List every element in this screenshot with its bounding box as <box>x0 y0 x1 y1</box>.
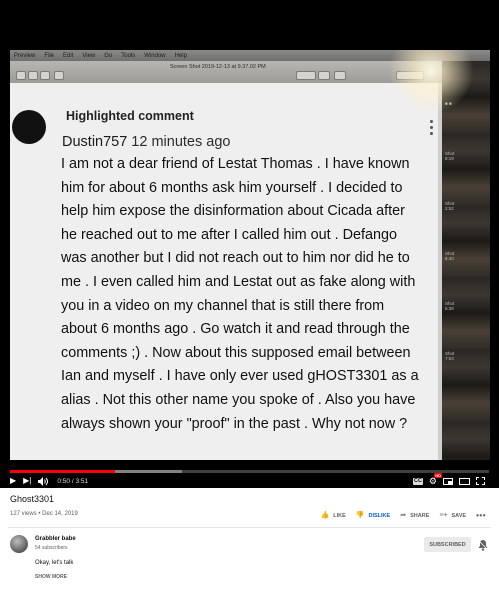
subscriber-count: 54 subscribers <box>35 545 68 551</box>
like-label: LIKE <box>333 512 346 519</box>
comment-time: 12 minutes ago <box>131 134 231 150</box>
screen-menu-item: File <box>44 52 55 59</box>
screen-menu-item: Help <box>174 52 187 59</box>
thumbs-up-icon: 👍 <box>320 512 330 519</box>
progress-played <box>10 470 116 473</box>
screen-window-title: Screen Shot 2019-12-13 at 9.37.02 PM <box>170 64 266 70</box>
fullscreen-icon[interactable] <box>476 477 485 485</box>
highlighted-comment-label: Highlighted comment <box>66 109 194 123</box>
time-display: 0:50 / 3:51 <box>57 477 89 485</box>
miniplayer-icon[interactable] <box>443 477 453 485</box>
next-icon[interactable]: ▶| <box>23 476 31 486</box>
save-label: SAVE <box>451 512 467 519</box>
subscribed-button[interactable]: SUBSCRIBED <box>424 537 471 552</box>
channel-avatar[interactable] <box>10 535 28 553</box>
screen-toolbar-button <box>334 71 346 80</box>
dislike-button[interactable]: 👎 DISLIKE <box>356 512 390 519</box>
like-button[interactable]: 👍 LIKE <box>321 512 346 519</box>
screen-menu-item: Preview <box>14 52 36 59</box>
video-player[interactable]: Preview File Edit View Go Tools Window H… <box>0 0 499 488</box>
captions-button[interactable]: CC <box>412 477 423 485</box>
hd-badge: HD <box>434 473 442 478</box>
share-label: SHARE <box>410 512 430 519</box>
screen-window-titlebar: Screen Shot 2019-12-13 at 9.37.02 PM <box>10 61 442 83</box>
video-meta: 127 views • Dec 14, 2019 <box>10 511 78 517</box>
save-button[interactable]: ≡+ SAVE <box>439 512 466 519</box>
more-actions-icon[interactable]: ••• <box>476 511 486 520</box>
video-frame[interactable]: Preview File Edit View Go Tools Window H… <box>10 50 490 460</box>
screen-menu-item: View <box>82 52 96 59</box>
commenter-avatar <box>12 110 46 144</box>
screen-menu-item: Window <box>144 52 166 59</box>
play-icon[interactable]: ▶ <box>10 476 16 486</box>
video-actions: 👍 LIKE 👎 DISLIKE ➦ SHARE ≡+ SAVE ••• <box>321 511 486 520</box>
settings-gear-icon[interactable]: ⚙ HD <box>429 473 442 486</box>
notification-bell-icon[interactable] <box>478 538 488 551</box>
player-controls: ▶ ▶| 0:50 / 3:51 CC ⚙ HD <box>10 473 489 488</box>
screen-toolbar-button <box>318 71 330 80</box>
screen-toolbar-button <box>28 71 38 80</box>
volume-icon[interactable] <box>38 476 49 486</box>
dislike-label: DISLIKE <box>368 512 391 519</box>
share-arrow-icon: ➦ <box>400 512 407 519</box>
playlist-add-icon: ≡+ <box>439 512 448 519</box>
divider <box>8 527 491 528</box>
screen-scrollbar <box>438 83 442 460</box>
screen-toolbar-button <box>40 71 50 80</box>
screen-menu-item: Edit <box>63 52 74 59</box>
progress-bar[interactable] <box>10 470 489 473</box>
channel-name[interactable]: Grabbler babe <box>35 536 76 542</box>
screen-toolbar-button <box>296 71 316 80</box>
video-description: Okay, let's talk <box>35 560 74 566</box>
screen-desktop-icons: ■ ■ Shot8:19 Shot2:52 Shot8:40 Shot6:38 … <box>442 61 490 460</box>
more-vert-icon <box>430 120 434 138</box>
video-title: Ghost3301 <box>10 494 55 504</box>
share-button[interactable]: ➦ SHARE <box>400 512 429 519</box>
comment-author: Dustin757 <box>62 134 128 150</box>
screen-menu-item: Tools <box>121 52 136 59</box>
thumbs-down-icon: 👎 <box>355 512 365 519</box>
screen-menu-item: Go <box>104 52 113 59</box>
show-more-button[interactable]: SHOW MORE <box>35 574 67 580</box>
screen-toolbar-button <box>16 71 26 80</box>
comment-header: Dustin757 12 minutes ago <box>62 134 230 150</box>
screen-toolbar-button <box>54 71 64 80</box>
comment-body: I am not a dear friend of Lestat Thomas … <box>61 156 419 432</box>
theater-mode-icon[interactable] <box>459 477 470 485</box>
